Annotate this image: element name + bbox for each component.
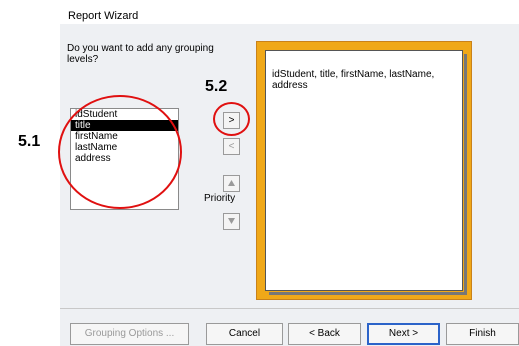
annotation-circle-add-button xyxy=(213,102,250,136)
annotation-label-step-1: 5.1 xyxy=(18,133,41,150)
finish-label: Finish xyxy=(469,328,496,339)
priority-down-button[interactable] xyxy=(223,213,240,230)
next-label: Next > xyxy=(388,328,419,339)
preview-text: idStudent, title, firstName, lastName, a… xyxy=(272,69,435,91)
up-arrow-icon xyxy=(228,178,235,189)
grouping-options-label: Grouping Options ... xyxy=(84,328,175,339)
grouping-prompt: Do you want to add any grouping levels? xyxy=(67,43,214,65)
cancel-button[interactable]: Cancel xyxy=(206,323,283,345)
priority-label: Priority xyxy=(204,193,236,204)
back-button[interactable]: < Back xyxy=(288,323,361,345)
grouping-options-button[interactable]: Grouping Options ... xyxy=(70,323,189,345)
annotation-label-step-2: 5.2 xyxy=(205,78,228,95)
button-separator xyxy=(60,308,519,309)
annotation-circle-fields xyxy=(58,95,182,209)
down-arrow-icon xyxy=(228,216,235,227)
window-title: Report Wizard xyxy=(68,10,139,22)
cancel-label: Cancel xyxy=(228,328,261,339)
priority-up-button[interactable] xyxy=(223,175,240,192)
preview-frame: idStudent, title, firstName, lastName, a… xyxy=(256,41,472,300)
next-button[interactable]: Next > xyxy=(367,323,440,345)
back-label: < Back xyxy=(309,328,340,339)
preview-page: idStudent, title, firstName, lastName, a… xyxy=(265,50,463,291)
remove-grouping-button[interactable]: < xyxy=(223,138,240,155)
finish-button[interactable]: Finish xyxy=(446,323,519,345)
